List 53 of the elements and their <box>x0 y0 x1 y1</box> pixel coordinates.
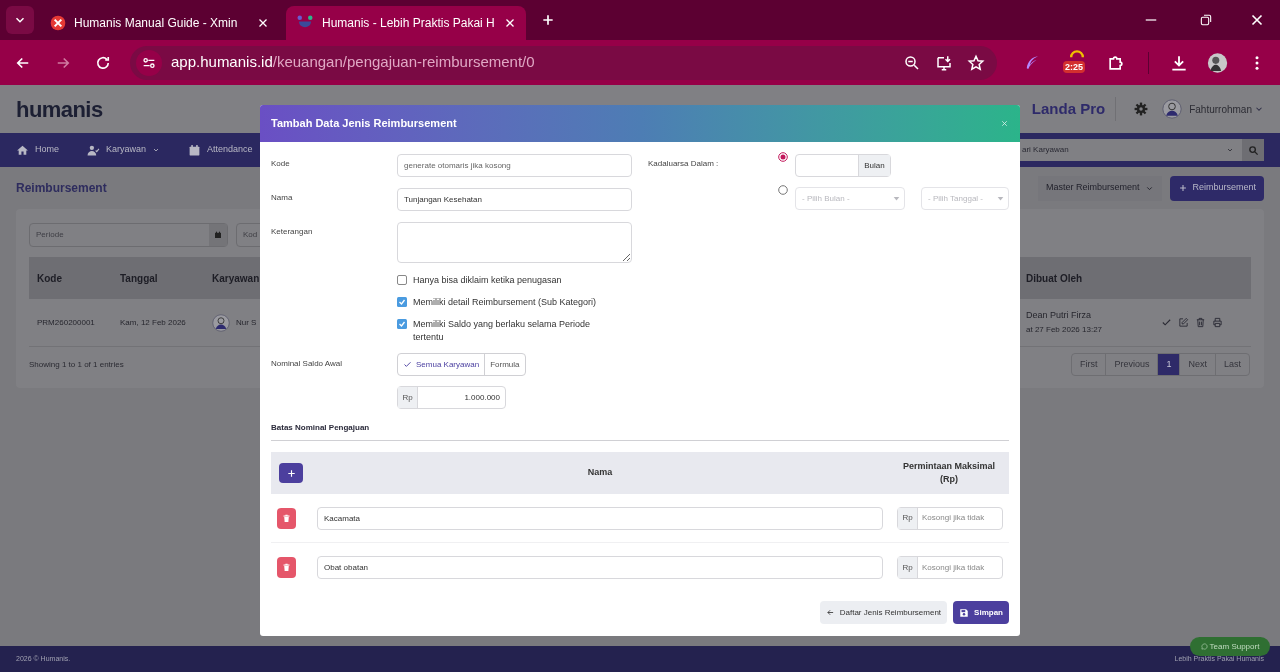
tab-title: Humanis - Lebih Praktis Pakai H <box>322 15 495 32</box>
column-header: Dibuat Oleh <box>1026 272 1083 284</box>
browser-tab[interactable]: Humanis Manual Guide - Xmin <box>40 6 280 40</box>
table-cell: Nur S <box>236 316 257 329</box>
field-label: Kode <box>271 158 291 170</box>
company-name: Landa Pro <box>1031 98 1106 119</box>
logo: humanis <box>16 95 103 124</box>
field-label: Kadaluarsa Dalam : <box>648 158 720 170</box>
field-label: Nominal Saldo Awal <box>271 358 343 370</box>
table-cell: PRM260200001 <box>37 317 95 327</box>
back-button[interactable]: Daftar Jenis Reimbursement <box>819 601 948 624</box>
save-button[interactable]: Simpan <box>953 601 1009 624</box>
tab-title: Humanis Manual Guide - Xmin <box>74 15 239 32</box>
table-cell-text: Dean Putri Firza <box>1026 309 1093 323</box>
max-amount-field[interactable]: Rp Kosongi jika tidak <box>897 506 1003 530</box>
entries-info: Showing 1 to 1 of 1 entries <box>29 358 124 371</box>
checkbox-label: Hanya bisa diklaim ketika penugasan <box>413 274 563 287</box>
text-field[interactable]: Tunjangan Kesehatan <box>397 188 632 211</box>
pagination-button[interactable]: 1 <box>1158 354 1181 375</box>
text-field[interactable]: generate otomaris jika kosong <box>397 154 632 177</box>
mode-toggle[interactable]: Formula <box>484 354 525 375</box>
column-header: Kode <box>37 272 62 284</box>
extension-badge: 2:25 <box>1063 60 1086 73</box>
address-bar[interactable]: app.humanis.id/keuangan/pengajuan-reimbursement/0 <box>130 45 997 80</box>
checkbox-label: Memiliki Saldo yang berlaku selama Periode tertentu <box>413 318 592 344</box>
modal-title: Tambah Data Jenis Reimbursement <box>271 116 458 132</box>
extension-button[interactable]: 2:25 <box>1065 48 1088 77</box>
checkbox-label: Memiliki detail Reimbursement (Sub Kategori) <box>413 296 598 309</box>
url-text: app.humanis.id/keuangan/pengajuan-reimbursement/0 <box>171 52 535 73</box>
add-button[interactable]: Reimbursement <box>1170 175 1264 201</box>
master-dropdown-button[interactable]: Master Reimbursement <box>1037 175 1163 201</box>
max-amount-field[interactable]: Rp Kosongi jika tidak <box>897 556 1003 579</box>
field-label: Nama <box>271 192 294 204</box>
amount-field[interactable]: Rp 1.000.000 <box>397 386 506 409</box>
section-title: Batas Nominal Pengajuan <box>271 422 1009 441</box>
page-title: Reimbursement <box>16 180 107 197</box>
mode-toggle[interactable]: Semua Karyawan <box>398 354 485 375</box>
table-cell-text: at 27 Feb 2026 13:27 <box>1026 323 1104 336</box>
team-support-button[interactable]: Team Support <box>1190 637 1270 656</box>
column-header: Karyawan <box>212 272 260 284</box>
column-header: Tanggal <box>120 272 158 284</box>
item-name-field[interactable]: Obat obatan <box>317 556 883 579</box>
item-name-field[interactable]: Kacamata <box>317 506 883 530</box>
browser-tab[interactable]: Humanis - Lebih Praktis Pakai H <box>286 6 526 40</box>
field-label: Keterangan <box>271 226 314 238</box>
user-name[interactable]: Fahturrohman <box>1189 101 1252 117</box>
column-header: Permintaan Maksimal (Rp) <box>901 460 996 486</box>
table-cell: Kam, 12 Feb 2026 <box>120 317 186 327</box>
nav-item[interactable]: Home <box>16 143 59 157</box>
nav-item[interactable]: Karyawan <box>87 143 161 157</box>
column-header: Nama <box>586 466 614 480</box>
months-field[interactable]: Bulan <box>795 154 891 177</box>
nav-item[interactable]: Attendance <box>188 143 253 157</box>
